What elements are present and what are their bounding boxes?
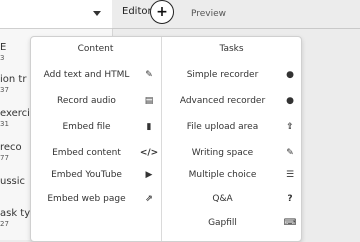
list-icon: ☰	[285, 170, 295, 180]
menu-item-label: Multiple choice	[188, 170, 257, 180]
external-link-icon: ⇗	[145, 194, 153, 204]
menu-item-label: Embed file	[62, 122, 111, 132]
menu-item-label: Embed YouTube	[51, 170, 122, 180]
edit-icon: ✎	[145, 70, 153, 80]
menu-item-file-upload-area[interactable]: File upload area ⇪	[162, 115, 301, 139]
menu-item-embed-content[interactable]: Embed content </>	[31, 141, 160, 165]
document-icon: ▤	[144, 96, 154, 106]
keyboard-icon: ⌨	[283, 218, 297, 228]
menu-item-embed-youtube[interactable]: Embed YouTube ▶	[31, 163, 160, 187]
caret-down-icon[interactable]	[93, 11, 101, 16]
menu-item-gapfill[interactable]: Gapfill ⌨	[162, 211, 301, 235]
menu-item-label: Embed content	[52, 148, 121, 158]
add-element-button[interactable]: +	[150, 0, 174, 24]
menu-item-label: Gapfill	[208, 218, 237, 228]
content-column-title: Content	[77, 44, 114, 54]
menu-item-advanced-recorder[interactable]: Advanced recorder ●	[162, 89, 301, 113]
add-element-menu: Content Add text and HTML ✎ Record audio…	[30, 36, 302, 242]
menu-item-record-audio[interactable]: Record audio ▤	[31, 89, 160, 113]
menu-item-label: Embed web page	[47, 194, 126, 204]
menu-item-label: Record audio	[57, 96, 116, 106]
menu-item-embed-file[interactable]: Embed file ▮	[31, 115, 160, 139]
plus-icon: +	[156, 4, 168, 20]
youtube-icon: ▶	[145, 170, 153, 180]
menu-item-label: Q&A	[212, 194, 233, 204]
menu-item-writing-space[interactable]: Writing space ✎	[162, 141, 301, 165]
microphone-icon: ●	[286, 96, 294, 106]
menu-item-label: Writing space	[191, 148, 254, 158]
menu-item-qa[interactable]: Q&A ?	[162, 187, 301, 211]
menu-item-multiple-choice[interactable]: Multiple choice ☰	[162, 163, 301, 187]
menu-item-label: Advanced recorder	[179, 96, 266, 106]
menu-item-label: Simple recorder	[186, 70, 259, 80]
tab-editor[interactable]: Editor	[122, 6, 152, 17]
code-icon: </>	[139, 148, 159, 158]
left-dropdown[interactable]	[0, 0, 112, 29]
question-icon: ?	[287, 194, 293, 204]
upload-icon: ⇪	[286, 122, 294, 132]
tab-preview[interactable]: Preview	[191, 9, 226, 19]
pencil-icon: ✎	[286, 148, 294, 158]
file-icon: ▮	[146, 122, 152, 132]
tasks-column-title: Tasks	[219, 44, 244, 54]
menu-item-label: File upload area	[186, 122, 259, 132]
content-column: Content Add text and HTML ✎ Record audio…	[31, 37, 160, 241]
menu-item-add-text-html[interactable]: Add text and HTML ✎	[31, 63, 160, 87]
microphone-icon: ●	[286, 70, 294, 80]
menu-item-label: Add text and HTML	[43, 70, 130, 80]
menu-item-embed-web-page[interactable]: Embed web page ⇗	[31, 187, 160, 211]
tasks-column: Tasks Simple recorder ● Advanced recorde…	[162, 37, 301, 241]
menu-item-simple-recorder[interactable]: Simple recorder ●	[162, 63, 301, 87]
